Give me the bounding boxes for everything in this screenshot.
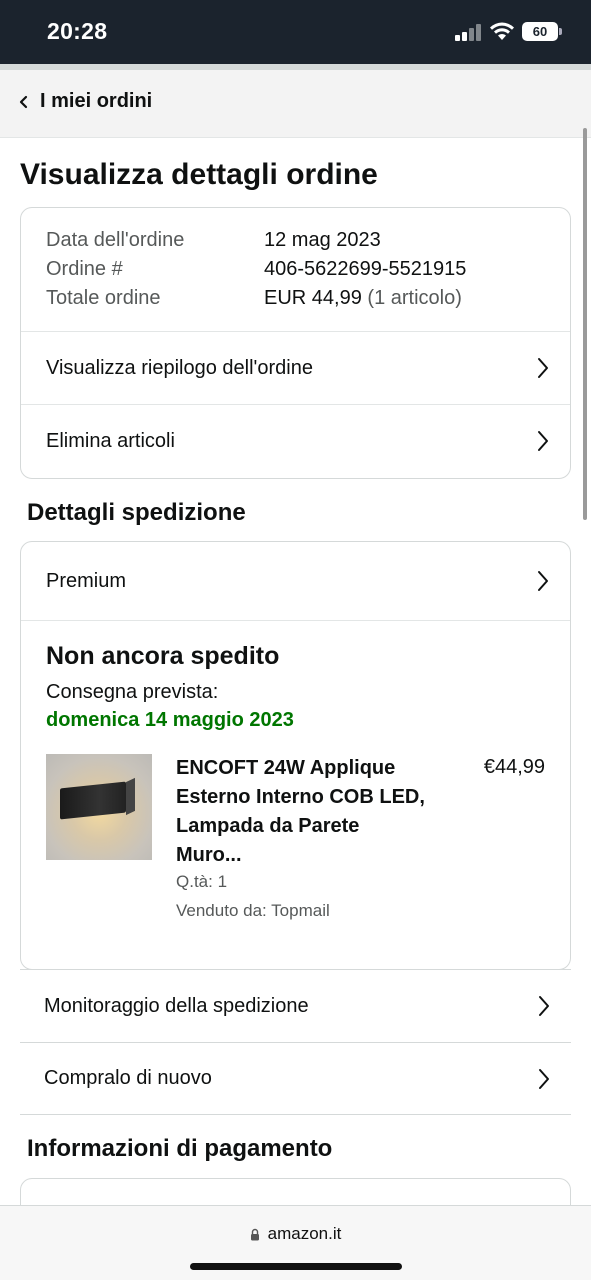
delete-items-label: Elimina articoli: [46, 429, 175, 452]
order-total-items: (1 articolo): [367, 287, 462, 309]
chevron-left-icon: [19, 95, 28, 108]
order-summary-link[interactable]: Visualizza riepilogo dell'ordine: [21, 331, 570, 404]
product-image[interactable]: [46, 754, 152, 860]
order-total-label: Totale ordine: [46, 287, 161, 309]
shipping-card: Premium Non ancora spedito Consegna prev…: [20, 541, 571, 970]
chevron-right-icon: [538, 431, 548, 451]
buy-again-label: Compralo di nuovo: [44, 1067, 212, 1089]
scrollbar[interactable]: [583, 128, 587, 520]
page-title: Visualizza dettagli ordine: [20, 158, 378, 191]
product-price: €44,99: [483, 756, 545, 778]
track-shipment-link[interactable]: Monitoraggio della spedizione: [20, 969, 571, 1042]
nav-header: I miei ordini: [0, 64, 591, 138]
payment-section-title: Informazioni di pagamento: [27, 1135, 333, 1162]
order-date-label: Data dell'ordine: [46, 229, 185, 251]
status-bar: 20:28 60: [0, 0, 591, 64]
order-number-value: 406-5622699-5521915: [264, 258, 467, 280]
shipping-method-link[interactable]: Premium: [21, 542, 570, 621]
product-title[interactable]: ENCOFT 24W Applique Esterno Interno COB …: [176, 754, 426, 870]
buy-again-link[interactable]: Compralo di nuovo: [20, 1042, 571, 1115]
battery-icon: 60: [522, 22, 558, 41]
status-time: 20:28: [47, 18, 108, 44]
wifi-icon: [490, 22, 514, 40]
cellular-signal-icon: [455, 24, 483, 41]
delivery-date: domenica 14 maggio 2023: [46, 709, 294, 731]
url-bar[interactable]: amazon.it: [0, 1224, 591, 1244]
order-info-card: Data dell'ordine 12 mag 2023 Ordine # 40…: [20, 207, 571, 479]
lamp-body: [60, 781, 126, 820]
delete-items-link[interactable]: Elimina articoli: [21, 404, 570, 477]
chevron-right-icon: [539, 1068, 549, 1089]
lamp-side: [126, 777, 135, 816]
back-link[interactable]: I miei ordini: [18, 90, 152, 113]
battery-cap: [559, 28, 562, 35]
shipping-section-title: Dettagli spedizione: [27, 499, 246, 526]
home-indicator[interactable]: [190, 1263, 402, 1270]
shipping-method-label: Premium: [46, 569, 127, 592]
order-number-label: Ordine #: [46, 258, 123, 280]
chevron-right-icon: [539, 996, 549, 1016]
back-link-label: I miei ordini: [40, 90, 153, 112]
order-date-value: 12 mag 2023: [264, 229, 381, 251]
browser-bottom-bar: amazon.it: [0, 1205, 591, 1280]
chevron-right-icon: [538, 358, 548, 378]
chevron-right-icon: [538, 571, 548, 591]
order-total-amount: EUR 44,99: [264, 287, 362, 309]
url-text: amazon.it: [267, 1224, 342, 1243]
shipment-status: Non ancora spedito: [46, 642, 280, 670]
product-quantity: Q.tà: 1: [176, 872, 228, 891]
lock-icon: [250, 1228, 259, 1240]
track-shipment-label: Monitoraggio della spedizione: [44, 994, 309, 1017]
delivery-label: Consegna prevista:: [46, 681, 219, 703]
product-seller: Venduto da: Topmail: [176, 901, 330, 920]
order-total-value: EUR 44,99 (1 articolo): [264, 287, 462, 310]
order-summary-label: Visualizza riepilogo dell'ordine: [46, 356, 313, 379]
